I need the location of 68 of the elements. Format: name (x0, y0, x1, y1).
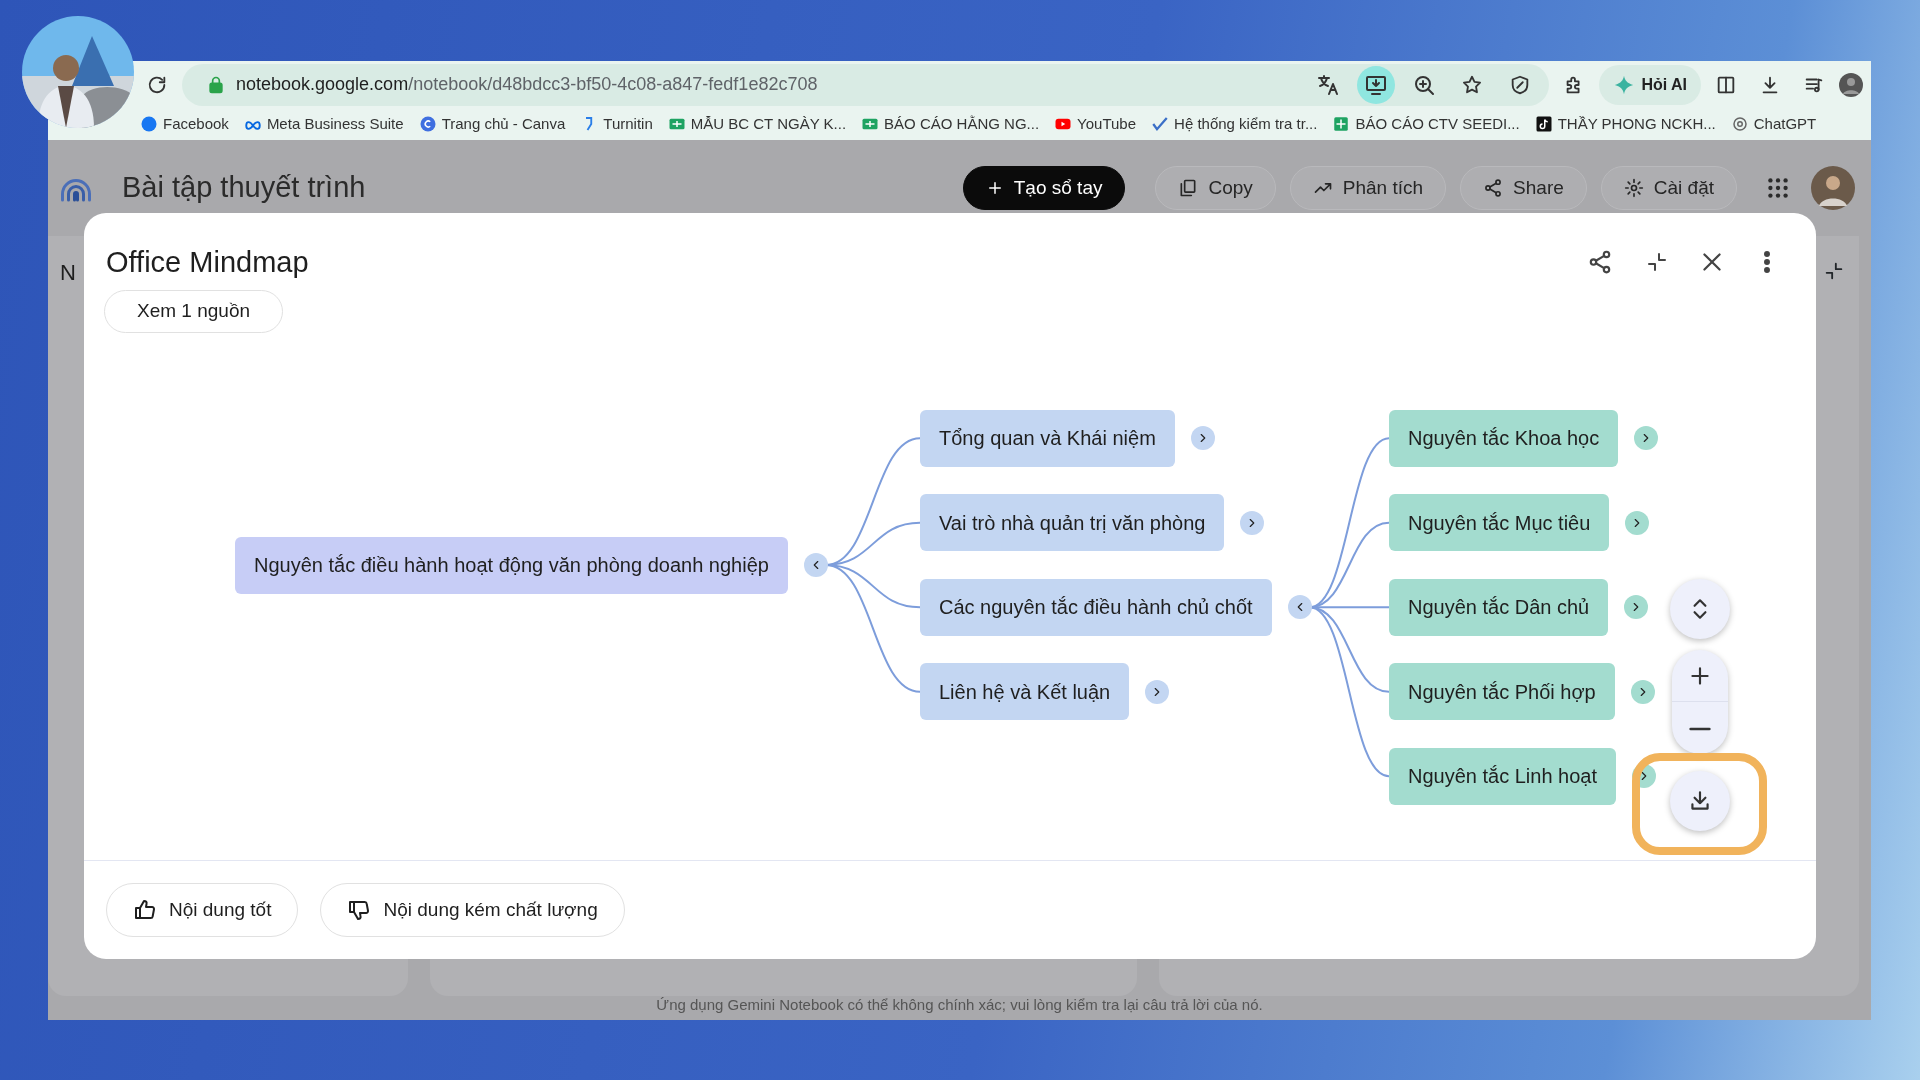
mindmap-node[interactable]: Vai trò nhà quản trị văn phòng (920, 494, 1225, 552)
mindmap-node[interactable]: Nguyên tắc Phối hợp (1389, 663, 1615, 721)
expand-toggle[interactable] (1145, 679, 1170, 704)
bookmark-link[interactable]: MẪU BC CT NGÀY K... (667, 112, 847, 136)
share-button[interactable]: Share (1460, 166, 1587, 210)
bookmark-link[interactable]: ChatGPT (1730, 112, 1817, 136)
canva-icon (418, 115, 437, 133)
expand-collapse-button[interactable] (1670, 579, 1730, 639)
expand-toggle[interactable] (1625, 510, 1650, 535)
bookmark-link[interactable]: Trang chủ - Canva (418, 112, 566, 136)
expand-toggle[interactable] (1630, 679, 1655, 704)
expand-toggle[interactable] (1624, 595, 1649, 620)
share-icon (1483, 178, 1504, 198)
mindmap-node[interactable]: Liên hệ và Kết luận (920, 663, 1130, 721)
bookmark-link[interactable]: BÁO CÁO HẰNG NG... (861, 112, 1040, 136)
bookmark-link[interactable]: Facebook (140, 112, 229, 136)
bookmark-link[interactable]: Hệ thống kiểm tra tr... (1151, 112, 1318, 136)
good-content-button[interactable]: Nội dung tốt (106, 883, 299, 937)
bookmark-link[interactable]: Turnitin (580, 112, 653, 136)
bookmark-link[interactable]: BÁO CÁO CTV SEEDI... (1332, 112, 1520, 136)
mindmap-node[interactable]: Nguyên tắc điều hành hoạt động văn phòng doanh nghiệp (235, 536, 788, 594)
bookmark-link[interactable]: THẦY PHONG NCKH... (1534, 112, 1716, 136)
more-icon (1764, 251, 1770, 273)
check-icon (1151, 115, 1170, 133)
user-avatar[interactable] (1811, 166, 1855, 210)
collapse-toggle[interactable] (1287, 595, 1312, 620)
mindmap-node[interactable]: Nguyên tắc Dân chủ (1389, 578, 1609, 636)
tiktok-icon (1534, 115, 1553, 133)
mindmap-node[interactable]: Các nguyên tắc điều hành chủ chốt (920, 578, 1272, 636)
dialog-title: Office Mindmap (106, 245, 309, 280)
copy-button[interactable]: Copy (1155, 166, 1276, 210)
mindmap-node[interactable]: Tổng quan và Khái niệm (920, 409, 1175, 467)
address-bar[interactable]: notebook.google.com/notebook/d48bdcc3-bf50-4c08-a847-fedf1e82c708 (182, 63, 1550, 106)
ask-ai-button[interactable]: Hỏi AI (1599, 64, 1701, 105)
download-button[interactable] (1670, 771, 1730, 831)
mindmap-node[interactable]: Nguyên tắc Linh hoạt (1389, 747, 1617, 805)
thumbs-down-icon (347, 898, 372, 922)
minus-icon (1689, 726, 1711, 731)
analyze-button[interactable]: Phân tích (1289, 166, 1447, 210)
create-notebook-button[interactable]: Tạo sổ tay (962, 166, 1126, 210)
apps-icon (1765, 175, 1791, 201)
collapse-icon (1645, 250, 1669, 274)
disclaimer-text: Ứng dụng Gemini Notebook có thể không chính xác; vui lòng kiểm tra lại câu trả lời của nó. (655, 994, 1264, 1015)
expand-toggle[interactable] (1190, 426, 1215, 451)
panel-title: N (60, 259, 76, 287)
install-app-button[interactable] (1357, 65, 1396, 104)
bookmark-link[interactable]: Meta Business Suite (243, 112, 404, 136)
star-icon (1461, 73, 1484, 96)
share-icon (1587, 249, 1613, 275)
bookmark-link[interactable]: YouTube (1054, 112, 1137, 136)
profile-avatar[interactable] (1839, 72, 1863, 97)
collapse-toggle[interactable] (803, 553, 828, 577)
copy-icon (1178, 178, 1199, 198)
settings-button[interactable]: Cài đặt (1600, 166, 1737, 210)
mindmap-node[interactable]: Nguyên tắc Khoa học (1389, 409, 1619, 467)
sheet-icon (1332, 115, 1351, 133)
view-source-button[interactable]: Xem 1 nguồn (104, 290, 284, 333)
expand-toggle[interactable] (1240, 510, 1265, 535)
gear-icon (1623, 178, 1644, 198)
notebook-title: Bài tập thuyết trình (122, 170, 367, 206)
url-text: notebook.google.com/notebook/d48bdcc3-bf50-4c08-a847-fedf1e82c708 (236, 73, 818, 96)
translate-icon (1316, 72, 1341, 97)
thumbs-up-icon (133, 898, 157, 922)
facebook-icon (140, 115, 158, 133)
expand-toggle[interactable] (1634, 426, 1659, 451)
poor-content-button[interactable]: Nội dung kém chất lượng (320, 883, 625, 937)
mindmap-node[interactable]: Nguyên tắc Mục tiêu (1389, 494, 1610, 552)
chatgpt-icon (1730, 115, 1749, 133)
